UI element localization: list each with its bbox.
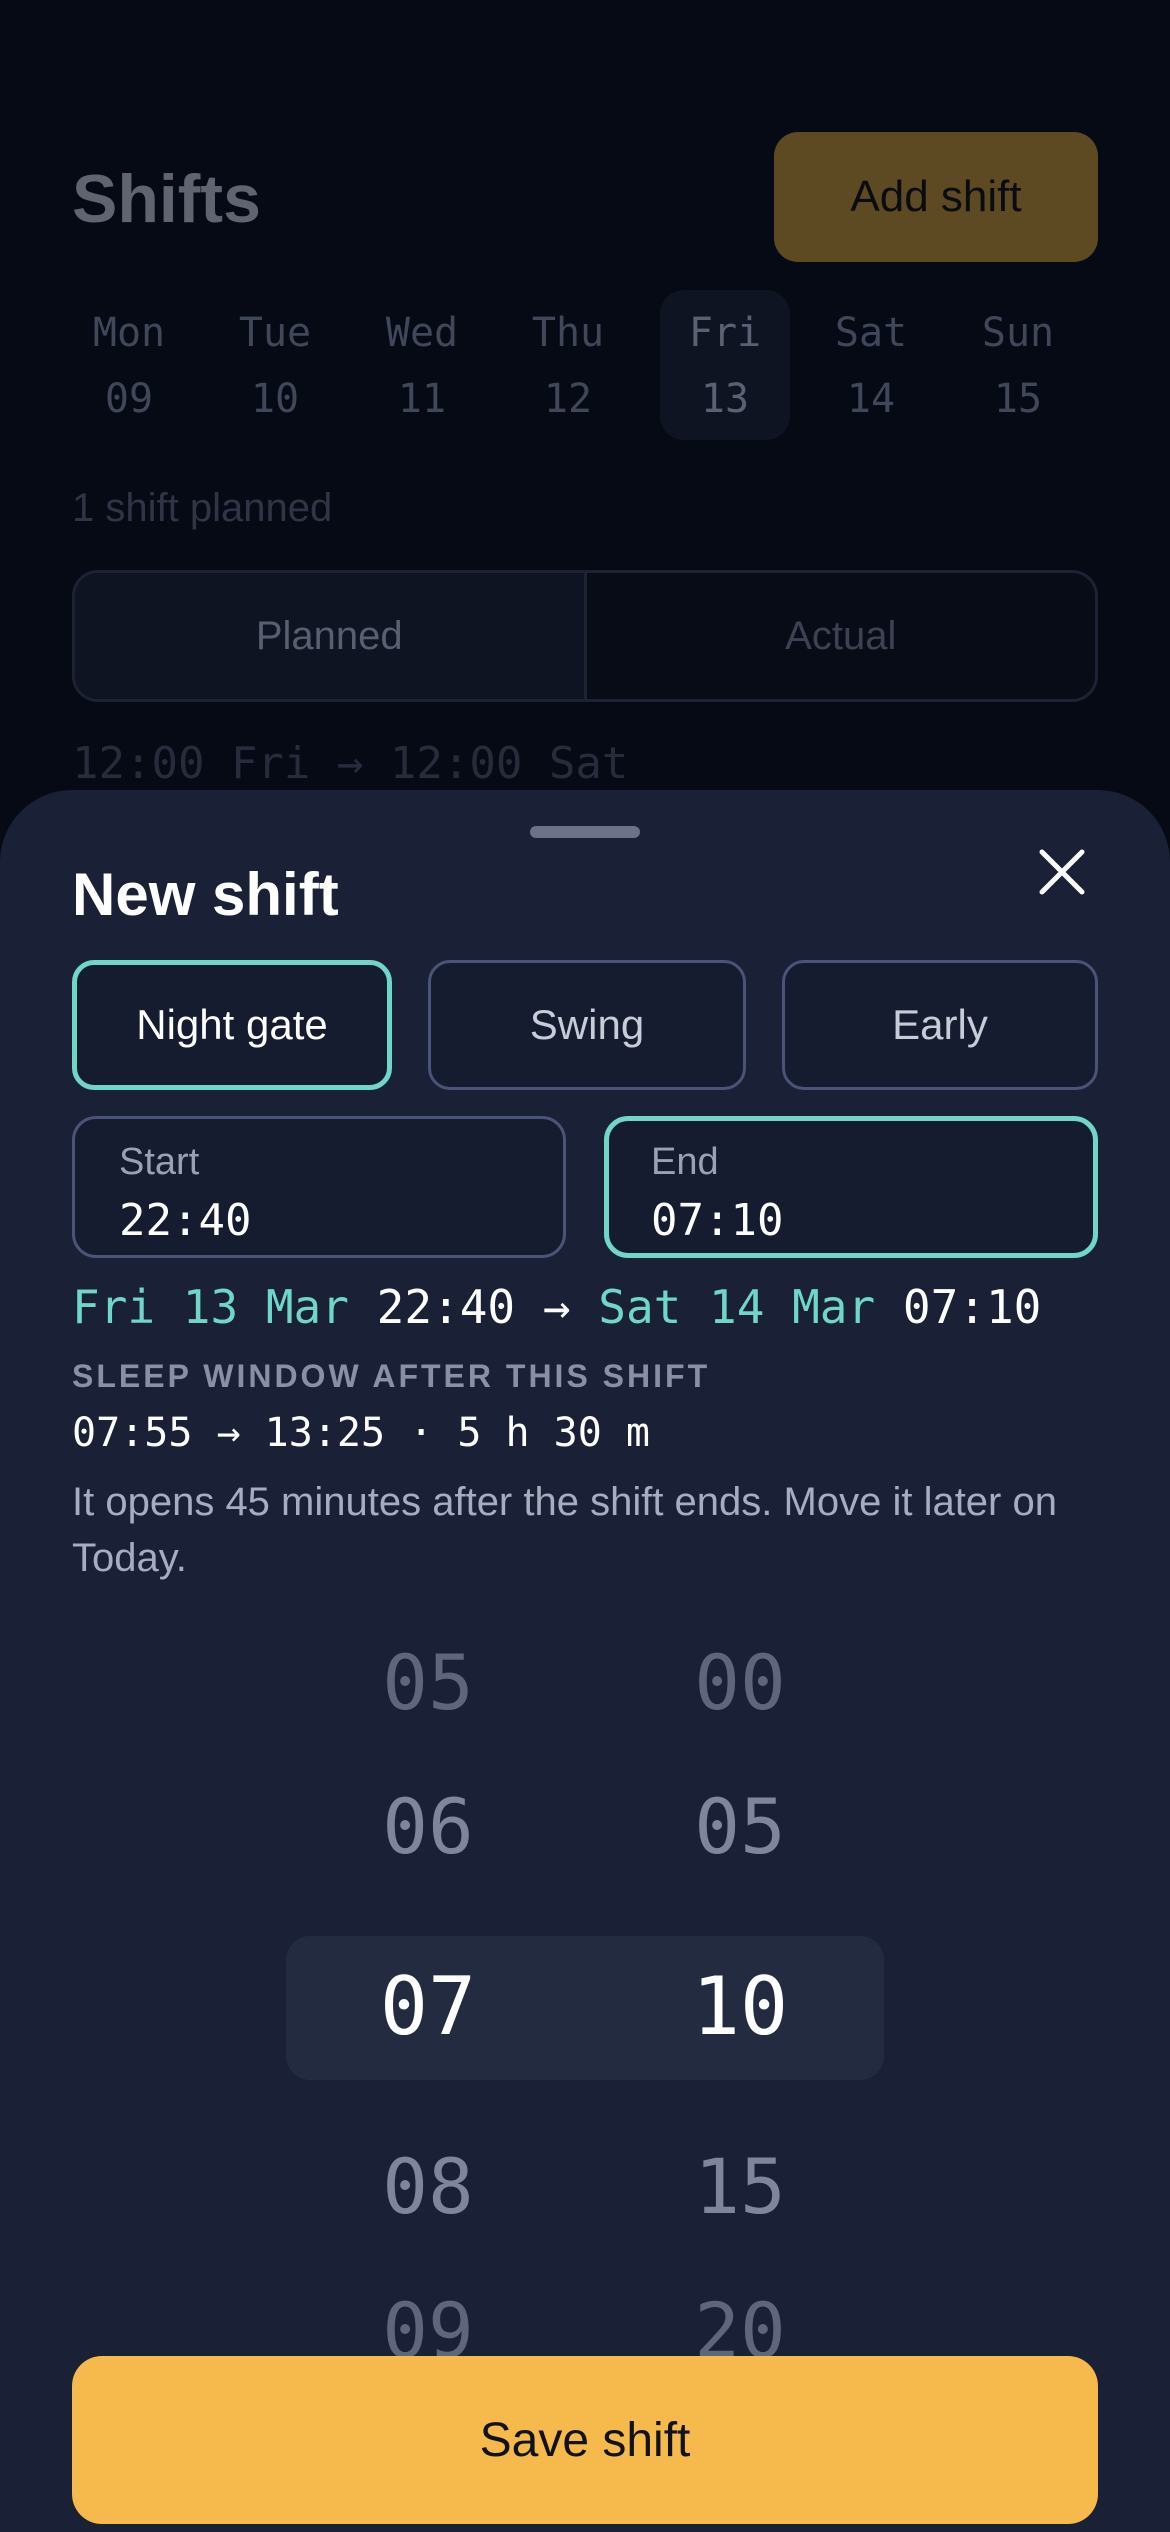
page-title: Shifts xyxy=(72,161,261,237)
sleep-window-value: 07:55 → 13:25 · 5 h 30 m xyxy=(72,1410,650,1456)
day-fri[interactable]: Fri 13 xyxy=(660,290,790,440)
start-time-field[interactable]: Start 22:40 xyxy=(72,1116,566,1258)
hour-option[interactable]: 06 xyxy=(328,1754,528,1898)
day-name: Thu xyxy=(531,310,605,356)
day-tue[interactable]: Tue 10 xyxy=(210,290,340,440)
start-label: Start xyxy=(119,1141,200,1183)
day-name: Sat xyxy=(834,310,908,356)
preset-night-gate[interactable]: Night gate xyxy=(72,960,392,1090)
minute-option[interactable]: 00 xyxy=(640,1610,840,1754)
tab-actual[interactable]: Actual xyxy=(587,573,1096,699)
sheet-title: New shift xyxy=(72,861,339,928)
day-sun[interactable]: Sun 15 xyxy=(953,290,1083,440)
minute-wheel[interactable]: 00 05 10 15 20 xyxy=(640,1610,840,2375)
range-end-time: 07:10 xyxy=(902,1280,1042,1334)
minute-option[interactable]: 05 xyxy=(640,1754,840,1898)
shift-row[interactable]: 12:00 Fri → 12:00 Sat xyxy=(72,738,628,789)
day-name: Wed xyxy=(385,310,459,356)
day-date: 15 xyxy=(993,376,1043,422)
time-picker: 05 06 07 08 09 00 05 10 15 20 xyxy=(0,1610,1170,2375)
day-sat[interactable]: Sat 14 xyxy=(806,290,936,440)
range-end-date: Sat 14 Mar xyxy=(598,1280,876,1334)
hour-option[interactable]: 08 xyxy=(328,2114,528,2258)
day-mon[interactable]: Mon 09 xyxy=(64,290,194,440)
range-arrow: → xyxy=(542,1280,571,1334)
day-date: 13 xyxy=(700,376,750,422)
shift-count: 1 shift planned xyxy=(72,486,333,530)
day-date: 10 xyxy=(250,376,300,422)
range-start-time: 22:40 xyxy=(376,1280,516,1334)
day-thu[interactable]: Thu 12 xyxy=(503,290,633,440)
minute-option[interactable]: 15 xyxy=(640,2114,840,2258)
day-name: Sun xyxy=(981,310,1055,356)
minute-option-selected[interactable]: 10 xyxy=(640,1898,840,2114)
day-date: 11 xyxy=(397,376,447,422)
day-date: 14 xyxy=(846,376,896,422)
sleep-window-label: SLEEP WINDOW AFTER THIS SHIFT xyxy=(72,1358,711,1394)
end-value: 07:10 xyxy=(651,1195,784,1246)
tab-planned[interactable]: Planned xyxy=(75,573,587,699)
day-name: Fri xyxy=(688,310,762,356)
hour-option[interactable]: 05 xyxy=(328,1610,528,1754)
day-date: 12 xyxy=(543,376,593,422)
start-value: 22:40 xyxy=(119,1195,252,1246)
day-wed[interactable]: Wed 11 xyxy=(357,290,487,440)
hour-option-selected[interactable]: 07 xyxy=(328,1898,528,2114)
end-label: End xyxy=(651,1141,719,1183)
day-name: Mon xyxy=(92,310,166,356)
sleep-window-note: It opens 45 minutes after the shift ends… xyxy=(72,1480,1057,1580)
save-shift-button[interactable]: Save shift xyxy=(72,2356,1098,2524)
new-shift-sheet: New shift Night gate Swing Early Start 2… xyxy=(0,790,1170,2532)
close-icon[interactable] xyxy=(1022,832,1102,912)
end-time-field[interactable]: End 07:10 xyxy=(604,1116,1098,1258)
planned-actual-toggle: Planned Actual xyxy=(72,570,1098,702)
preset-early[interactable]: Early xyxy=(782,960,1098,1090)
sheet-grabber[interactable] xyxy=(530,826,640,838)
range-start-date: Fri 13 Mar xyxy=(72,1280,349,1334)
shift-range: Fri 13 Mar 22:40 → Sat 14 Mar 07:10 xyxy=(72,1280,1041,1334)
day-name: Tue xyxy=(238,310,312,356)
day-date: 09 xyxy=(104,376,154,422)
week-strip: Mon 09 Tue 10 Wed 11 Thu 12 Fri 13 Sat 1… xyxy=(64,290,1104,440)
hour-wheel[interactable]: 05 06 07 08 09 xyxy=(328,1610,528,2375)
preset-swing[interactable]: Swing xyxy=(428,960,746,1090)
add-shift-button[interactable]: Add shift xyxy=(774,132,1098,262)
